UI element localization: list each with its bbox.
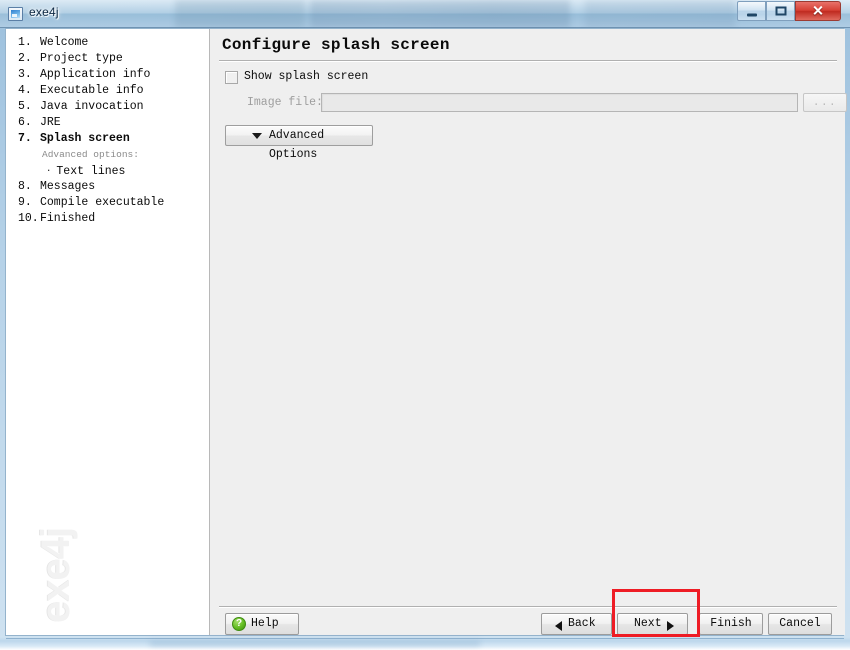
sidebar-item-label: Finished — [40, 212, 96, 225]
sidebar-subitem-text-lines[interactable]: · Text lines — [6, 163, 209, 179]
sidebar-item-number: 6. — [18, 116, 32, 129]
sidebar-item-number: 9. — [18, 196, 32, 209]
maximize-button[interactable] — [766, 1, 795, 21]
arrow-right-icon — [667, 621, 674, 631]
sidebar-item-welcome[interactable]: 1. Welcome — [6, 35, 209, 51]
sidebar-item-number: 1. — [18, 36, 32, 49]
back-button-label: Back — [568, 617, 596, 630]
sidebar-item-jre[interactable]: 6. JRE — [6, 115, 209, 131]
sidebar-item-number: 2. — [18, 52, 32, 65]
sidebar-item-finished[interactable]: 10. Finished — [6, 211, 209, 227]
sidebar-item-label: JRE — [40, 116, 61, 129]
finish-button[interactable]: Finish — [699, 613, 763, 635]
minimize-button[interactable] — [737, 1, 766, 21]
glass-blur-streak — [150, 641, 480, 646]
sidebar-item-application-info[interactable]: 3. Application info — [6, 67, 209, 83]
next-button-label: Next — [634, 617, 662, 630]
window-bottom-border — [0, 637, 850, 650]
sidebar-item-label: Splash screen — [40, 132, 130, 145]
sidebar-item-number: 3. — [18, 68, 32, 81]
sidebar-item-java-invocation[interactable]: 5. Java invocation — [6, 99, 209, 115]
title-divider — [219, 60, 837, 62]
sidebar-item-label: Application info — [40, 68, 151, 81]
sidebar-item-label: Java invocation — [40, 100, 144, 113]
maximize-icon — [775, 6, 786, 16]
close-button[interactable]: ✕ — [795, 1, 841, 21]
app-icon-glyph — [11, 10, 20, 18]
sidebar-advanced-options-header: Advanced options: — [42, 149, 139, 160]
window-border-hairline — [6, 638, 844, 639]
glass-blur-streak — [585, 0, 735, 28]
cancel-button[interactable]: Cancel — [768, 613, 832, 635]
exe4j-wizard-window: exe4j ✕ 1. Welcome 2. Project type 3. Applica… — [0, 0, 850, 650]
wizard-step-list: 1. Welcome 2. Project type 3. Application inf… — [6, 35, 209, 227]
close-icon: ✕ — [812, 2, 824, 19]
advanced-options-button[interactable]: Advanced Options — [225, 125, 373, 161]
help-button-label: Help — [251, 617, 279, 630]
image-file-browse-button[interactable]: ... — [803, 93, 847, 112]
splash-screen-panel: Configure splash screen Show splash scre… — [211, 29, 847, 635]
sidebar-item-messages[interactable]: 8. Messages — [6, 179, 209, 195]
sidebar-item-number: 8. — [18, 180, 32, 193]
show-splash-screen-label: Show splash screen — [244, 70, 369, 83]
sidebar-item-label: Executable info — [40, 84, 144, 97]
bullet-icon: · — [46, 166, 52, 176]
page-title: Configure splash screen — [222, 36, 450, 54]
sidebar-item-number: 5. — [18, 100, 32, 113]
sidebar-item-label: Messages — [40, 180, 96, 193]
image-file-input[interactable] — [321, 93, 798, 112]
help-button[interactable]: Help — [225, 613, 299, 635]
window-title: exe4j — [29, 5, 59, 19]
sidebar-subitem-label: Text lines — [56, 165, 126, 178]
next-button[interactable]: Next — [617, 613, 688, 635]
chevron-down-icon — [252, 133, 262, 139]
sidebar-item-executable-info[interactable]: 4. Executable info — [6, 83, 209, 99]
sidebar-item-label: Compile executable — [40, 196, 165, 209]
help-icon — [232, 617, 246, 631]
image-file-label: Image file: — [247, 96, 323, 109]
advanced-options-label: Advanced Options — [269, 129, 325, 161]
sidebar-item-splash-screen[interactable]: 7. Splash screen — [6, 131, 209, 147]
wizard-client-area: 1. Welcome 2. Project type 3. Application inf… — [5, 28, 847, 636]
sidebar-item-label: Project type — [40, 52, 123, 65]
sidebar-item-compile-executable[interactable]: 9. Compile executable — [6, 195, 209, 211]
sidebar-item-label: Welcome — [40, 36, 89, 49]
exe4j-watermark: exe4j — [34, 527, 78, 623]
sidebar-item-project-type[interactable]: 2. Project type — [6, 51, 209, 67]
sidebar-item-number: 10. — [18, 212, 39, 225]
glass-blur-streak — [310, 0, 570, 28]
minimize-icon — [746, 13, 757, 17]
footer-divider — [219, 606, 837, 608]
glass-blur-streak — [175, 0, 305, 28]
sidebar-item-number: 7. — [18, 132, 32, 145]
arrow-left-icon — [555, 621, 562, 631]
show-splash-screen-checkbox[interactable] — [225, 71, 238, 84]
exe4j-app-icon — [8, 7, 23, 21]
wizard-step-sidebar: 1. Welcome 2. Project type 3. Application inf… — [6, 29, 210, 635]
window-titlebar[interactable]: exe4j ✕ — [0, 0, 850, 28]
back-button[interactable]: Back — [541, 613, 612, 635]
sidebar-item-number: 4. — [18, 84, 32, 97]
